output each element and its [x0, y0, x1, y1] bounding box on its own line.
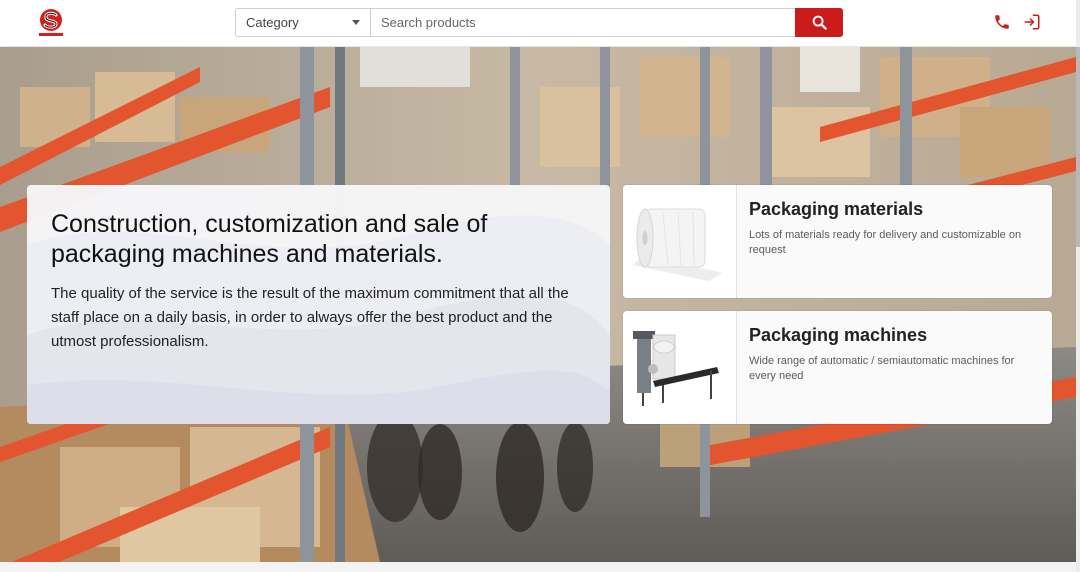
category-description: Lots of materials ready for delivery and…	[749, 229, 1022, 256]
search-input[interactable]	[372, 9, 796, 36]
search-bar: Category	[235, 8, 843, 37]
category-card-materials[interactable]: Packaging materials Lots of materials re…	[623, 185, 1052, 298]
category-card-machines[interactable]: Packaging machines Wide range of automat…	[623, 311, 1052, 424]
category-title: Packaging materials	[749, 199, 924, 219]
category-select[interactable]: Category	[236, 9, 371, 36]
chevron-down-icon	[352, 20, 360, 25]
hero-description: The quality of the service is the result…	[51, 285, 569, 350]
intro-card: Construction, customization and sale of …	[27, 185, 610, 424]
page-footer-edge	[0, 562, 1076, 572]
login-icon	[1024, 14, 1040, 30]
phone-button[interactable]	[993, 13, 1011, 31]
search-icon	[812, 15, 827, 30]
login-button[interactable]	[1023, 13, 1041, 31]
machine-image	[623, 311, 737, 424]
phone-icon	[995, 15, 1009, 29]
top-header: Category	[0, 0, 1076, 47]
site-logo[interactable]	[36, 8, 66, 38]
foam-roll-image	[623, 185, 737, 298]
category-title: Packaging machines	[749, 325, 928, 345]
category-description: Wide range of automatic / semiautomatic …	[749, 355, 1015, 382]
scrollbar-thumb[interactable]	[1076, 47, 1080, 247]
search-button[interactable]	[795, 8, 843, 37]
hero-title: Construction, customization and sale of …	[51, 210, 488, 268]
category-select-label: Category	[246, 15, 299, 30]
